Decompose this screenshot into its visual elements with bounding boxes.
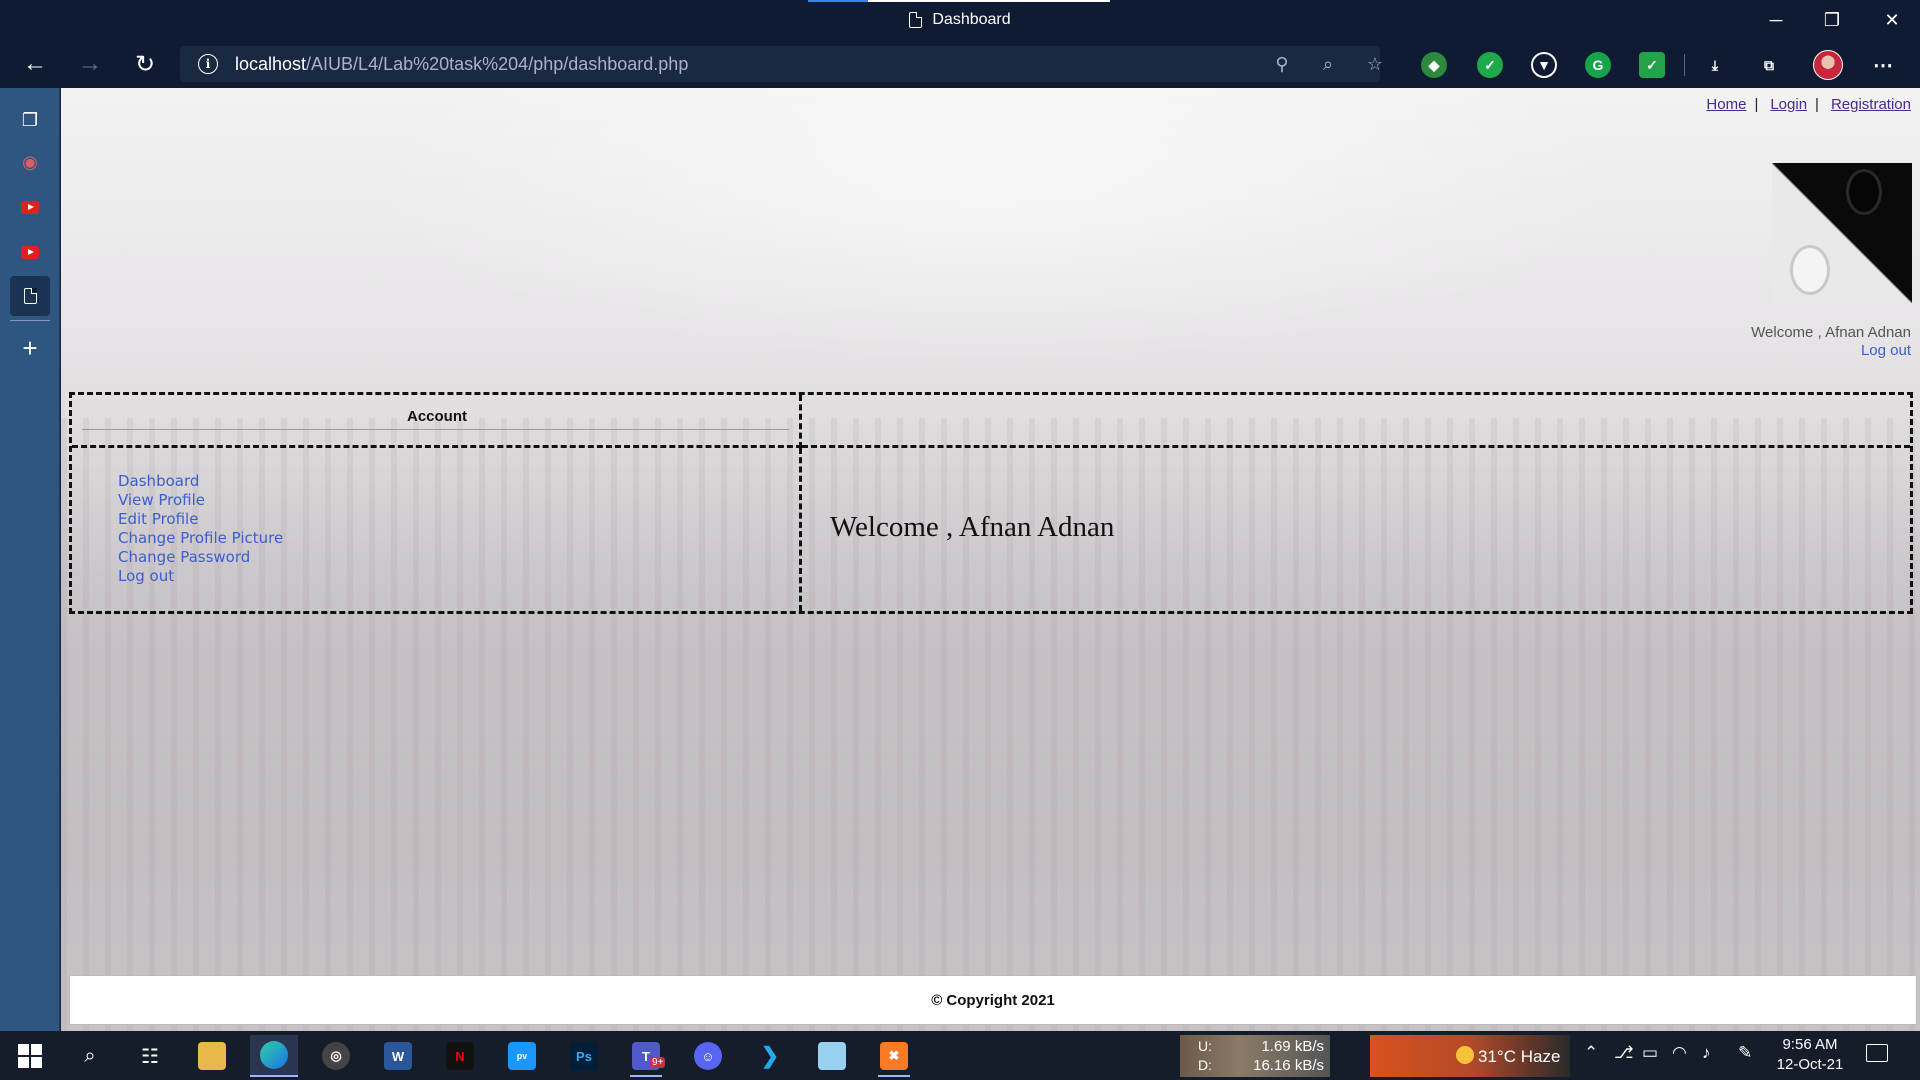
copyright-text: © Copyright 2021: [931, 991, 1055, 1009]
download-speed: 16.16 kB/s: [1253, 1057, 1324, 1074]
forward-icon[interactable]: →: [70, 44, 110, 84]
account-menu-cell: Dashboard View Profile Edit Profile Chan…: [72, 448, 802, 611]
page-footer: © Copyright 2021: [69, 975, 1917, 1025]
dashboard-table: Account Dashboard View Profile Edit Prof…: [69, 392, 1913, 614]
back-icon[interactable]: ←: [15, 44, 55, 84]
welcome-text: Welcome , Afnan Adnan: [1751, 324, 1911, 341]
recording-tab-icon[interactable]: ◉: [10, 142, 50, 182]
menu-change-profile-picture[interactable]: Change Profile Picture: [118, 529, 283, 548]
upload-speed: 1.69 kB/s: [1261, 1038, 1324, 1055]
upload-label: U:: [1198, 1038, 1212, 1054]
clock-date: 12-Oct-21: [1776, 1056, 1844, 1073]
link-separator: |: [1815, 96, 1819, 113]
account-heading: Account: [407, 408, 467, 425]
collections-icon[interactable]: ⧉: [1756, 52, 1782, 78]
registration-link[interactable]: Registration: [1831, 96, 1911, 113]
shield-icon[interactable]: ✓: [1477, 52, 1503, 78]
browser-title-bar: Dashboard ─ ❐ ✕: [0, 0, 1920, 40]
clock-time: 9:56 AM: [1782, 1036, 1838, 1053]
volume-icon[interactable]: ♪: [1702, 1043, 1711, 1063]
close-icon[interactable]: ✕: [1864, 0, 1920, 40]
discord-icon[interactable]: ☺: [684, 1035, 732, 1077]
logout-link[interactable]: Log out: [1751, 342, 1911, 360]
system-clock[interactable]: 9:56 AM 12-Oct-21: [1770, 1035, 1850, 1075]
network-speed-widget: U: D: 1.69 kB/s 16.16 kB/s: [1180, 1035, 1330, 1077]
menu-view-profile[interactable]: View Profile: [118, 491, 283, 510]
start-button[interactable]: [6, 1035, 54, 1077]
notification-icon[interactable]: [1866, 1044, 1888, 1062]
task-view-icon[interactable]: ☷: [126, 1035, 174, 1077]
downloads-icon[interactable]: ⤓: [1702, 52, 1728, 78]
key-icon[interactable]: ⚲: [1270, 52, 1294, 76]
grammarly-icon[interactable]: G: [1585, 52, 1611, 78]
word-icon[interactable]: W: [374, 1035, 422, 1077]
url-text[interactable]: localhost/AIUB/L4/Lab%20task%204/php/das…: [235, 54, 688, 75]
download-label: D:: [1198, 1057, 1212, 1073]
menu-change-password[interactable]: Change Password: [118, 548, 283, 567]
refresh-icon[interactable]: ↻: [125, 44, 165, 84]
login-link[interactable]: Login: [1770, 96, 1807, 113]
prime-video-icon[interactable]: pv: [498, 1035, 546, 1077]
vertical-tab-sidebar: ❐ ◉ +: [0, 88, 60, 1031]
edge-browser-icon[interactable]: [250, 1035, 298, 1077]
minimize-icon[interactable]: ─: [1748, 0, 1804, 40]
window-title-text: Dashboard: [932, 11, 1011, 28]
account-divider: [82, 429, 789, 430]
weather-text: 31°C Haze: [1478, 1047, 1561, 1066]
menu-dashboard[interactable]: Dashboard: [118, 472, 283, 491]
menu-edit-profile[interactable]: Edit Profile: [118, 510, 283, 529]
dashboard-tab-icon[interactable]: [10, 276, 50, 316]
photoshop-icon[interactable]: Ps: [560, 1035, 608, 1077]
web-page: Home | Login | Registration Welcome , Afnan …: [61, 88, 1920, 1031]
notes-app-icon[interactable]: [808, 1035, 856, 1077]
weather-sun-icon: [1456, 1046, 1474, 1064]
vscode-icon[interactable]: ❯: [746, 1035, 794, 1077]
header-empty-cell: [802, 395, 1910, 448]
brave-shield-icon[interactable]: ▼: [1531, 52, 1557, 78]
content-cell: Welcome , Afnan Adnan: [802, 448, 1910, 611]
security-extension-icon[interactable]: ✓: [1639, 52, 1665, 78]
favorite-add-icon[interactable]: ☆: [1363, 52, 1387, 76]
restore-icon[interactable]: ❐: [1804, 0, 1860, 40]
wifi-icon[interactable]: ◠: [1672, 1043, 1687, 1063]
profile-picture: [1772, 163, 1912, 303]
microphone-icon[interactable]: ⎇: [1614, 1043, 1634, 1063]
home-link[interactable]: Home: [1706, 96, 1746, 113]
windows-taskbar: ⌕ ☷ ◎ W N pv Ps T 9+ ☺ ❯ ✖ U: D: 1.69 kB/…: [0, 1031, 1920, 1080]
top-navigation: Home | Login | Registration: [1706, 96, 1911, 113]
netflix-icon[interactable]: N: [436, 1035, 484, 1077]
teams-icon[interactable]: T 9+: [622, 1035, 670, 1077]
page-icon: [909, 12, 923, 28]
profile-avatar[interactable]: [1813, 50, 1843, 80]
tray-chevron-icon[interactable]: ⌃: [1584, 1043, 1598, 1063]
sidebar-divider: [10, 320, 50, 321]
file-explorer-icon[interactable]: [188, 1035, 236, 1077]
address-bar[interactable]: i localhost/AIUB/L4/Lab%20task%204/php/d…: [180, 46, 1383, 82]
browser-toolbar: ← → ↻ i localhost/AIUB/L4/Lab%20task%204…: [0, 40, 1920, 88]
youtube-tab-icon[interactable]: [10, 187, 50, 227]
pen-icon[interactable]: ✎: [1738, 1043, 1752, 1063]
more-options-icon[interactable]: ⋯: [1870, 52, 1896, 78]
search-icon[interactable]: ⌕: [66, 1035, 114, 1077]
windows-logo-icon: [18, 1044, 42, 1068]
link-separator: |: [1754, 96, 1759, 113]
new-tab-icon[interactable]: +: [10, 328, 50, 368]
battery-icon[interactable]: ▭: [1642, 1043, 1658, 1063]
account-header-cell: Account: [72, 395, 802, 448]
window-title: Dashboard: [0, 0, 1920, 40]
account-menu: Dashboard View Profile Edit Profile Chan…: [118, 472, 283, 586]
xampp-icon[interactable]: ✖: [870, 1035, 918, 1077]
menu-log-out[interactable]: Log out: [118, 567, 283, 586]
site-info-icon[interactable]: i: [198, 54, 218, 74]
extension-icon[interactable]: ◆: [1421, 52, 1447, 78]
welcome-heading: Welcome , Afnan Adnan: [830, 511, 1115, 543]
user-greeting: Welcome , Afnan Adnan Log out: [1751, 324, 1911, 360]
teams-badge: 9+: [650, 1057, 666, 1068]
youtube-tab-icon-2[interactable]: [10, 232, 50, 272]
obs-icon[interactable]: ◎: [312, 1035, 360, 1077]
zoom-icon[interactable]: ⌕: [1316, 52, 1340, 76]
tab-actions-icon[interactable]: ❐: [10, 100, 50, 140]
weather-widget[interactable]: 31°C Haze: [1370, 1035, 1570, 1077]
toolbar-divider: [1684, 54, 1685, 76]
